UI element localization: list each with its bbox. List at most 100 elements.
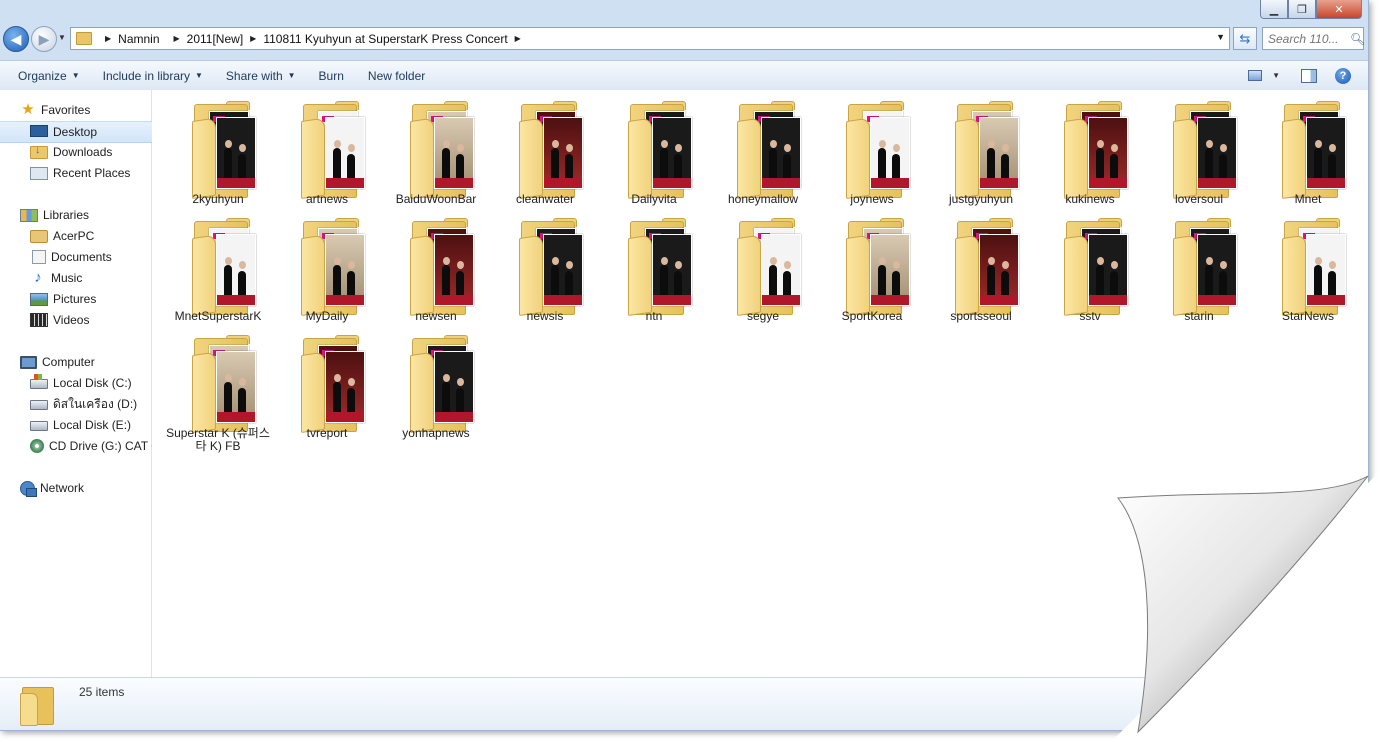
folder-item[interactable]: Superstar K (슈퍼스타 K) FB <box>166 328 270 453</box>
restore-icon: ❐ <box>1297 3 1307 16</box>
photo-thumbnail <box>870 234 910 306</box>
nav-label: Downloads <box>53 145 113 159</box>
folder-name: SportKorea <box>841 309 903 323</box>
include-in-library-button[interactable]: Include in library ▼ <box>89 69 212 83</box>
photo-thumbnail <box>434 234 474 306</box>
folder-name: kukinews <box>1065 192 1115 206</box>
photo-thumbnail <box>216 234 256 306</box>
folder-item[interactable]: StarNews <box>1258 211 1358 323</box>
photo-thumbnail <box>1197 234 1237 306</box>
folder-item[interactable]: SportKorea <box>822 211 922 323</box>
nav-label: Computer <box>42 355 95 369</box>
system-drive-icon <box>30 374 48 389</box>
forward-button[interactable]: ▶ <box>31 26 57 52</box>
address-bar[interactable]: ▶ Namnin ▶ 2011[New] ▶ 110811 Kyuhyun at… <box>70 27 1230 50</box>
nav-libraries[interactable]: Libraries <box>0 205 170 225</box>
folder-item[interactable]: segye <box>713 211 813 323</box>
back-arrow-icon: ◀ <box>10 30 22 47</box>
chevron-right-icon[interactable]: ▶ <box>515 34 521 43</box>
folder-item[interactable]: MnetSuperstarK <box>168 211 268 323</box>
folder-name: Dailyvita <box>631 192 677 206</box>
folder-icon <box>301 335 365 433</box>
folder-item[interactable]: loversoul <box>1149 94 1249 206</box>
preview-pane-button[interactable] <box>1298 67 1320 85</box>
chevron-down-icon: ▼ <box>71 71 80 80</box>
libraries-icon <box>20 208 38 222</box>
folder-item[interactable]: BaiduWoonBar <box>386 94 486 206</box>
burn-button[interactable]: Burn <box>305 69 353 83</box>
folder-item[interactable]: justgyuhyun <box>931 94 1031 206</box>
share-with-button[interactable]: Share with ▼ <box>212 69 305 83</box>
recent-pages-dropdown[interactable]: ▼ <box>58 33 66 42</box>
change-view-button[interactable] <box>1244 67 1266 85</box>
organize-button[interactable]: Organize ▼ <box>0 69 89 83</box>
folder-item[interactable]: artnews <box>277 94 377 206</box>
cd-drive-icon <box>30 439 44 453</box>
close-button[interactable]: ✕ <box>1316 0 1362 19</box>
folder-item[interactable]: sportsseoul <box>931 211 1031 323</box>
folder-item[interactable]: kukinews <box>1040 94 1140 206</box>
nav-computer[interactable]: Computer <box>0 352 170 372</box>
view-options-dropdown[interactable]: ▼ <box>1272 71 1280 80</box>
chevron-right-icon[interactable]: ▶ <box>250 34 256 43</box>
nav-label: CD Drive (G:) CAT C <box>49 439 160 453</box>
chevron-right-icon[interactable]: ▶ <box>174 34 180 43</box>
folder-item[interactable]: yonhapnews <box>386 328 486 440</box>
folder-icon <box>410 101 474 199</box>
photo-thumbnail <box>652 117 692 189</box>
chevron-right-icon[interactable]: ▶ <box>105 34 111 43</box>
folder-icon <box>955 101 1019 199</box>
photo-thumbnail <box>1088 117 1128 189</box>
folder-name: segye <box>746 309 780 323</box>
photo-thumbnail <box>543 234 583 306</box>
folder-item[interactable]: starin <box>1149 211 1249 323</box>
nav-network[interactable]: Network <box>0 478 170 498</box>
folder-item[interactable]: Mnet <box>1258 94 1358 206</box>
details-pane: 25 items <box>0 677 1368 730</box>
folder-item[interactable]: sstv <box>1040 211 1140 323</box>
folder-icon <box>955 218 1019 316</box>
refresh-icon: ⇆ <box>1239 30 1251 46</box>
folder-item[interactable]: cleanwater <box>495 94 595 206</box>
breadcrumb-current-folder[interactable]: 110811 Kyuhyun at SuperstarK Press Conce… <box>263 32 507 46</box>
photo-thumbnail <box>761 234 801 306</box>
chevron-down-icon: ▼ <box>195 71 203 80</box>
search-input[interactable] <box>1263 30 1348 47</box>
folder-name: honeymallow <box>727 192 799 206</box>
folder-name: loversoul <box>1174 192 1224 206</box>
help-button[interactable]: ? <box>1332 67 1354 85</box>
new-folder-button[interactable]: New folder <box>353 69 434 83</box>
folder-icon <box>192 218 256 316</box>
breadcrumb-namnin[interactable]: Namnin <box>118 32 159 46</box>
folder-icon <box>301 101 365 199</box>
folder-item[interactable]: newsis <box>495 211 595 323</box>
refresh-button[interactable]: ⇆ <box>1233 27 1257 50</box>
folder-item[interactable]: 2kyuhyun <box>168 94 268 206</box>
forward-arrow-icon: ▶ <box>38 30 50 47</box>
folder-item[interactable]: Dailyvita <box>604 94 704 206</box>
computer-icon <box>20 355 37 369</box>
search-icon[interactable]: 🔍︎ <box>1350 32 1365 46</box>
music-icon: ♪ <box>34 269 42 286</box>
downloads-folder-icon <box>30 144 48 159</box>
maximize-button[interactable]: ❐ <box>1288 0 1316 19</box>
address-dropdown-icon[interactable]: ▼ <box>1216 32 1225 42</box>
nav-favorites[interactable]: ★ Favorites <box>0 100 170 120</box>
folder-icon <box>628 101 692 199</box>
folder-name: MyDaily <box>305 309 349 323</box>
folder-item[interactable]: tvreport <box>277 328 377 440</box>
folder-item[interactable]: MyDaily <box>277 211 377 323</box>
folder-item[interactable]: joynews <box>822 94 922 206</box>
breadcrumb-2011-new[interactable]: 2011[New] <box>187 32 243 46</box>
network-icon <box>20 480 37 497</box>
photo-thumbnail <box>1306 117 1346 189</box>
folder-icon <box>410 335 474 433</box>
minimize-button[interactable]: ▁ <box>1260 0 1288 19</box>
folder-item[interactable]: ntn <box>604 211 704 323</box>
search-box[interactable]: 🔍︎ <box>1262 27 1365 50</box>
nav-label: ดิสในเครือง (D:) <box>53 396 138 411</box>
share-with-label: Share with <box>225 68 283 83</box>
folder-item[interactable]: newsen <box>386 211 486 323</box>
back-button[interactable]: ◀ <box>3 26 29 52</box>
folder-item[interactable]: honeymallow <box>713 94 813 206</box>
